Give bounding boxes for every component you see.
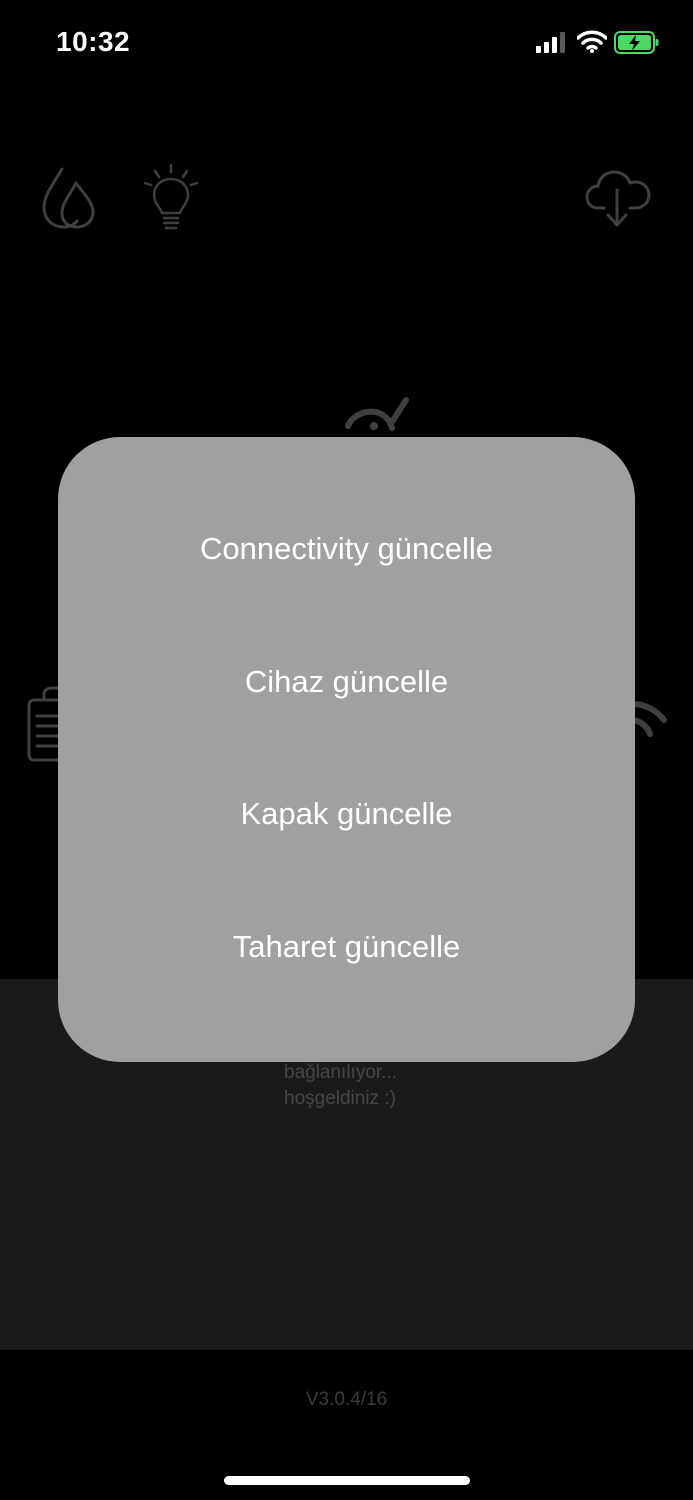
cellular-signal-icon — [536, 32, 565, 53]
log-line: bağlanılıyor... — [284, 1062, 398, 1083]
update-bidet-button[interactable]: Taharet güncelle — [58, 912, 635, 982]
home-indicator[interactable] — [224, 1476, 470, 1485]
update-device-button[interactable]: Cihaz güncelle — [58, 647, 635, 717]
update-menu-modal: Connectivity güncelle Cihaz güncelle Kap… — [58, 437, 635, 1062]
cloud-download-icon[interactable] — [584, 168, 652, 230]
battery-charging-icon — [614, 31, 659, 54]
connection-log: bağlanılıyor... hoşgeldiniz :) — [284, 1060, 397, 1112]
log-line: hoşgeldiniz :) — [284, 1088, 396, 1109]
status-time: 10:32 — [56, 26, 131, 57]
wifi-status-icon — [577, 30, 607, 53]
status-bar: 10:32 — [0, 0, 693, 90]
light-bulb-icon[interactable] — [140, 163, 202, 233]
update-lid-button[interactable]: Kapak güncelle — [58, 779, 635, 849]
version-label: V3.0.4/16 — [305, 1389, 388, 1410]
water-drop-icon[interactable] — [40, 165, 100, 231]
update-connectivity-button[interactable]: Connectivity güncelle — [58, 514, 635, 584]
device-icon[interactable] — [340, 392, 414, 442]
